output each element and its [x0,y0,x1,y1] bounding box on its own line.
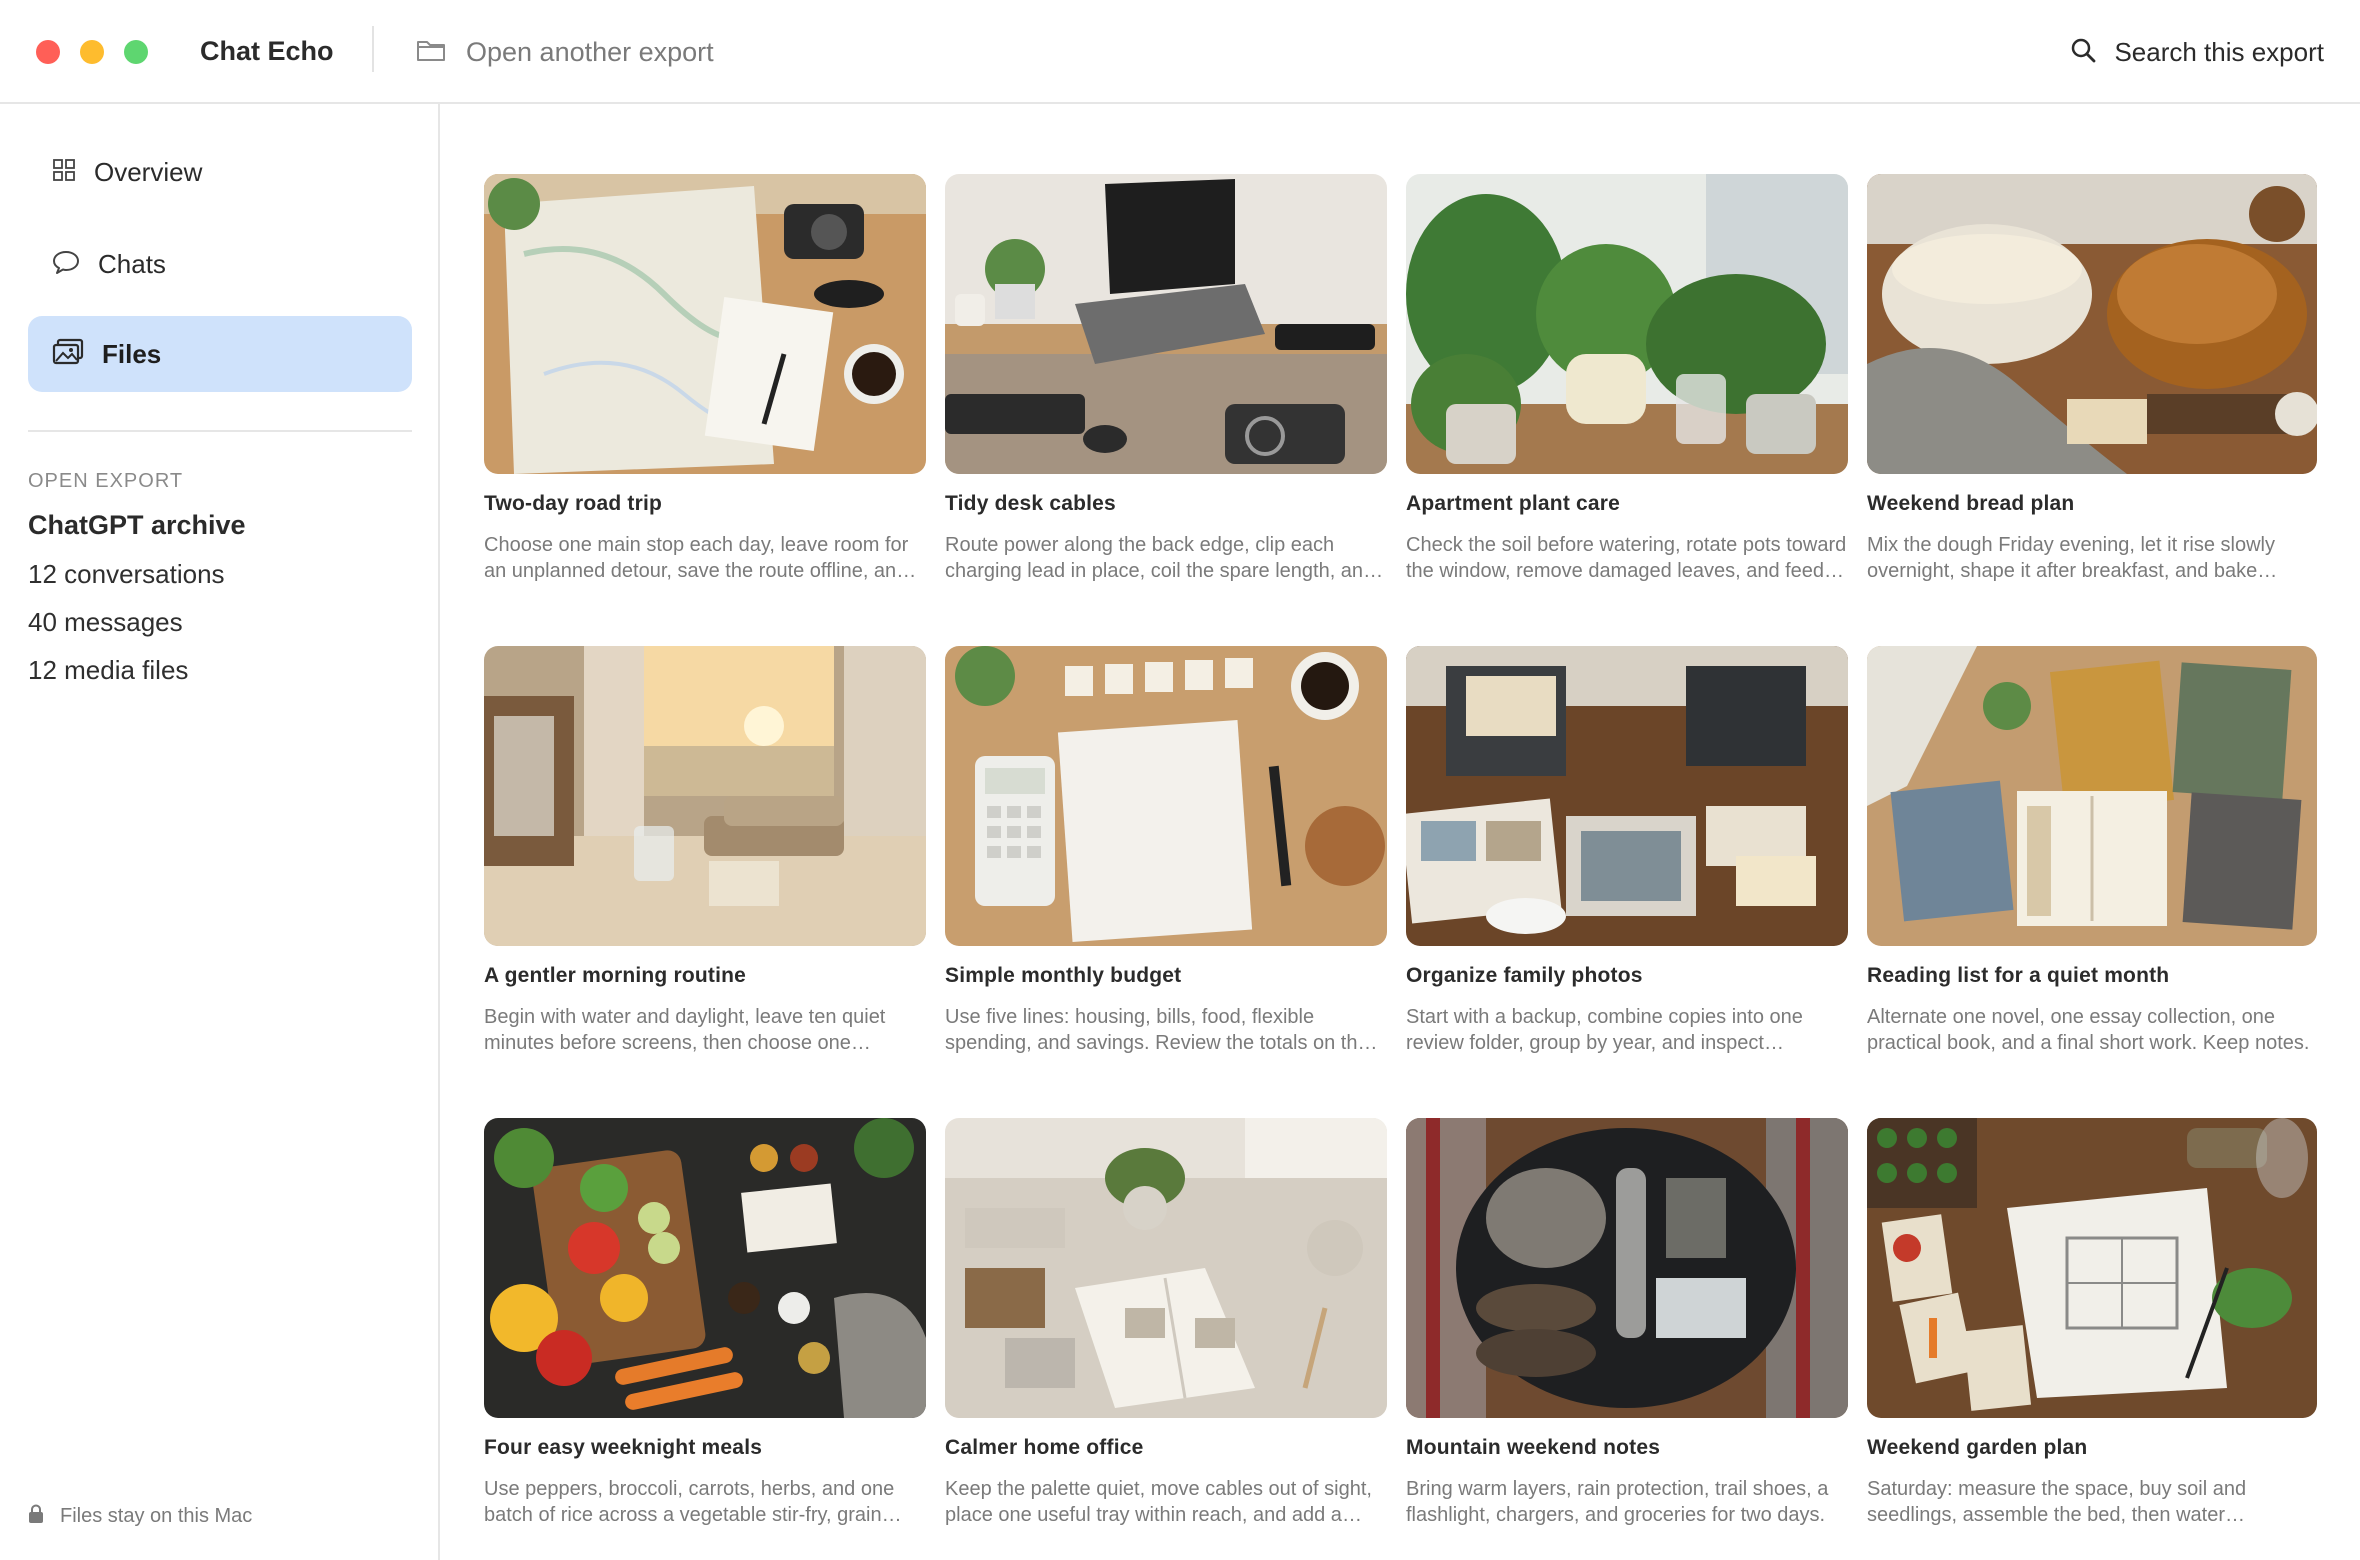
file-description: Start with a backup, combine copies into… [1406,1006,1803,1054]
stat-conversations: 12 conversations [28,559,225,589]
plant-icon [1406,174,1848,474]
privacy-note-label: Files stay on this Mac [60,1505,253,1527]
file-card[interactable]: Reading list for a quiet month Alternate… [1867,646,2317,1118]
open-another-export-label: Open another export [466,36,714,67]
file-description: Keep the palette quiet, move cables out … [945,1478,1372,1526]
privacy-note: Files stay on this Mac [28,1504,252,1529]
window-icon [484,646,926,946]
garden-icon [1867,1118,2317,1418]
app-title: Chat Echo [200,36,334,66]
file-title: Mountain weekend notes [1406,1436,1661,1459]
zoom-window-button[interactable] [124,40,148,64]
sidebar-item-overview[interactable]: Overview [28,134,412,210]
search-export-label: Search this export [2114,36,2324,67]
search-icon [2070,37,2096,68]
file-description: Alternate one novel, one essay collectio… [1867,1006,2310,1054]
file-description: Begin with water and daylight, leave ten… [484,1006,886,1054]
photo-stack-icon [52,338,84,371]
files-grid: Two-day road trip Choose one main stop e… [484,174,2320,1560]
toolbar-divider [372,26,374,72]
sidebar-item-files[interactable]: Files [28,316,412,392]
office-icon [945,1118,1387,1418]
file-title: A gentler morning routine [484,964,747,987]
grid-icon [52,158,76,187]
file-title: Tidy desk cables [945,492,1116,515]
laptop-icon [945,174,1387,474]
file-card[interactable]: Weekend garden plan Saturday: measure th… [1867,1118,2317,1560]
file-description: Use peppers, broccoli, carrots, herbs, a… [484,1478,895,1526]
file-card[interactable]: Tidy desk cables Route power along the b… [945,174,1387,646]
photo-box-icon [1406,646,1848,946]
file-card[interactable]: Four easy weeknight meals Use peppers, b… [484,1118,926,1560]
file-title: Weekend bread plan [1867,492,2075,515]
folder-icon [416,38,446,67]
file-card[interactable]: Weekend bread plan Mix the dough Friday … [1867,174,2317,646]
open-export-heading: OPEN EXPORT [28,470,184,492]
file-card[interactable]: A gentler morning routine Begin with wat… [484,646,926,1118]
sidebar-item-chats[interactable]: Chats [28,226,412,302]
file-title: Two-day road trip [484,492,663,515]
file-description: Saturday: measure the space, buy soil an… [1867,1478,2247,1526]
file-description: Route power along the back edge, clip ea… [945,534,1375,582]
sidebar-item-label: Files [102,338,162,369]
stat-media-files: 12 media files [28,655,189,685]
file-card[interactable]: Simple monthly budget Use five lines: ho… [945,646,1387,1118]
open-another-export-button[interactable]: Open another export [416,28,714,76]
file-title: Weekend garden plan [1867,1436,2088,1459]
file-card[interactable]: Calmer home office Keep the palette quie… [945,1118,1387,1560]
file-card[interactable]: Organize family photos Start with a back… [1406,646,1848,1118]
book-icon [1867,646,2317,946]
bread-icon [1867,174,2317,474]
search-export-button[interactable]: Search this export [2070,28,2324,76]
file-card[interactable]: Apartment plant care Check the soil befo… [1406,174,1848,646]
file-description: Check the soil before watering, rotate p… [1406,534,1847,582]
minimize-window-button[interactable] [80,40,104,64]
stat-messages: 40 messages [28,607,183,637]
map-icon [484,174,926,474]
file-title: Organize family photos [1406,964,1643,987]
file-card[interactable]: Two-day road trip Choose one main stop e… [484,174,926,646]
backpack-icon [1406,1118,1848,1418]
file-description: Choose one main stop each day, leave roo… [484,534,909,582]
sidebar-item-label: Overview [94,156,203,187]
vegetables-icon [484,1118,926,1418]
sidebar-divider [28,430,412,432]
file-title: Apartment plant care [1406,492,1621,515]
file-description: Bring warm layers, rain protection, trai… [1406,1478,1829,1526]
calculator-icon [945,646,1387,946]
archive-name: ChatGPT archive [28,510,246,540]
title-bar: Chat Echo Open another export Search thi… [0,0,2360,104]
file-title: Simple monthly budget [945,964,1182,987]
sidebar: Overview Chats Files OPEN EXPORT ChatGPT… [0,104,440,1560]
sidebar-item-label: Chats [98,248,166,279]
file-title: Reading list for a quiet month [1867,964,2170,987]
file-card[interactable]: Mountain weekend notes Bring warm layers… [1406,1118,1848,1560]
file-description: Use five lines: housing, bills, food, fl… [945,1006,1369,1054]
file-title: Four easy weeknight meals [484,1436,763,1459]
file-title: Calmer home office [945,1436,1144,1459]
close-window-button[interactable] [36,40,60,64]
file-description: Mix the dough Friday evening, let it ris… [1867,534,2275,582]
chat-bubble-icon [52,249,80,280]
lock-icon [28,1504,44,1529]
